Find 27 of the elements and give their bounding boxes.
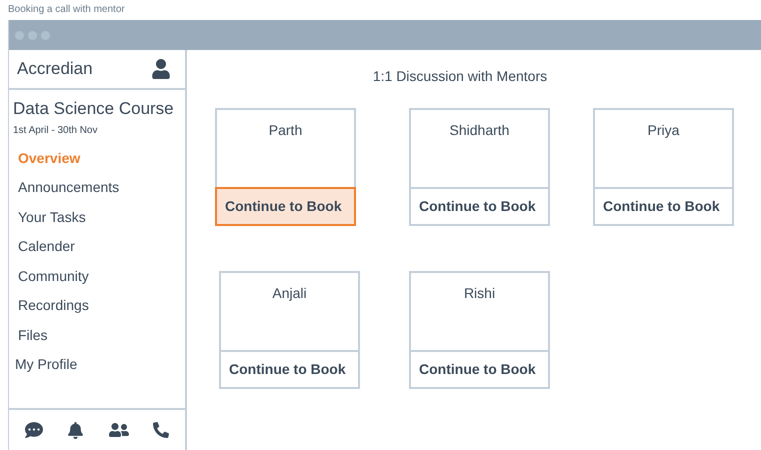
brand-name: Accredian	[17, 58, 93, 80]
sidebar-item[interactable]: Calender	[9, 232, 185, 262]
continue-to-book-button[interactable]: Continue to Book	[411, 187, 548, 224]
sidebar-item[interactable]: Recordings	[9, 291, 185, 320]
mentor-name: Anjali	[271, 284, 308, 303]
page-title: 1:1 Discussion with Mentors	[372, 67, 548, 86]
sidebar-item[interactable]: Files	[9, 320, 185, 350]
sidebar-item[interactable]: My Profile	[9, 350, 185, 380]
user-icon[interactable]	[151, 59, 171, 79]
bell-icon[interactable]	[67, 422, 84, 438]
continue-to-book-button[interactable]: Continue to Book	[215, 187, 356, 226]
sidebar-item[interactable]: Announcements	[9, 173, 185, 202]
mentor-name: Rishi	[462, 284, 496, 303]
page-caption: Booking a call with mentor	[7, 3, 126, 17]
phone-icon[interactable]	[152, 422, 169, 438]
continue-to-book-button[interactable]: Continue to Book	[411, 350, 548, 387]
mentor-name: Shidharth	[448, 121, 510, 140]
course-title: Data Science Course	[13, 98, 175, 120]
chat-icon[interactable]	[25, 421, 44, 439]
people-icon[interactable]	[108, 421, 129, 439]
sidebar-item[interactable]: Community	[9, 262, 185, 291]
sidebar-item[interactable]: Your Tasks	[9, 202, 185, 232]
course-dates: 1st April - 30th Nov	[13, 124, 98, 138]
mentor-name: Priya	[646, 121, 680, 140]
mentor-name: Parth	[268, 121, 304, 140]
continue-to-book-button[interactable]: Continue to Book	[221, 350, 358, 387]
continue-to-book-button[interactable]: Continue to Book	[595, 187, 732, 224]
